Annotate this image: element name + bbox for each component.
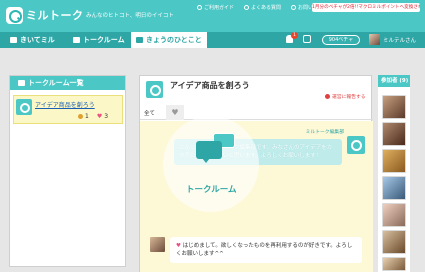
link-guide[interactable]: ご利用ガイド: [197, 4, 234, 11]
tab-todays-word[interactable]: きょうのひとこと: [131, 32, 207, 48]
filter-favorite-tab[interactable]: ♥: [166, 105, 184, 120]
participant-avatar[interactable]: [382, 230, 406, 254]
pencil-icon: [136, 37, 143, 43]
member-count: 1: [78, 113, 89, 120]
room-stats: 1 ♥ 3: [78, 113, 108, 120]
speech-icon: [10, 37, 17, 43]
room-icon: [146, 81, 163, 98]
filter-tabs: 全て ♥: [140, 105, 373, 120]
participant-avatar[interactable]: [382, 176, 406, 200]
participant-avatar[interactable]: [382, 122, 406, 146]
tab-kiitemiru[interactable]: きいてミル: [10, 32, 55, 48]
tab-talk-room[interactable]: トークルーム: [73, 32, 125, 48]
talk-room-list-panel: トークルーム一覧 アイデア商品を創ろう 1 ♥ 3: [9, 75, 126, 267]
search-magnifier-icon: [6, 6, 23, 24]
gift-icon[interactable]: [303, 35, 311, 43]
chat-bubble-icon: [196, 141, 222, 163]
faq-icon: [244, 5, 250, 10]
alert-icon: [325, 94, 330, 99]
heart-icon: ♥: [96, 113, 103, 120]
tagline: みんなのヒトコト、明日のイイコト: [86, 13, 174, 19]
bell-icon[interactable]: 1: [286, 32, 298, 43]
heart-icon[interactable]: ♥: [176, 243, 183, 249]
message-bubble: ♥ はじめまして。欲しくなったものを再利用するのが好きです。よろしくお願いします…: [170, 237, 362, 263]
message-sender: ミルトーク編集部: [305, 130, 344, 135]
room-list-item[interactable]: アイデア商品を創ろう 1 ♥ 3: [13, 95, 123, 124]
filter-all-tab[interactable]: 全て: [144, 109, 155, 117]
talk-room-overlay: [163, 116, 259, 212]
avatar: [369, 34, 380, 45]
participant-avatar[interactable]: [382, 95, 406, 119]
overlay-label: トークルーム: [186, 185, 237, 195]
promo-banner[interactable]: 1月分のベチャが2倍!!マクロミルポイントへ変換されます: [312, 3, 420, 12]
top-header: ミルトーク みんなのヒトコト、明日のイイコト ご利用ガイド よくある質問 お問い…: [0, 0, 425, 32]
like-count: ♥ 3: [96, 113, 109, 120]
notification-badge: 1: [291, 32, 298, 39]
heart-icon: ♥: [171, 108, 179, 117]
chat-icon: [18, 80, 25, 86]
participant-avatar[interactable]: [382, 203, 406, 227]
person-icon: [78, 114, 83, 119]
user-menu[interactable]: ミルテルさん: [369, 34, 416, 45]
chat-icon: [73, 37, 80, 43]
room-link[interactable]: アイデア商品を創ろう: [35, 100, 95, 109]
participant-avatar[interactable]: [382, 257, 406, 271]
room-title: アイデア商品を創ろう: [170, 81, 250, 90]
participant-avatar[interactable]: [382, 149, 406, 173]
site-logo[interactable]: ミルトーク: [6, 6, 84, 24]
nav-icons: 1: [286, 32, 311, 43]
room-icon: [16, 99, 32, 115]
main-nav: きいてミル トークルーム きょうのひとこと 1 904ベチャ ミルテルさん: [0, 32, 425, 48]
editorial-avatar: [347, 136, 365, 154]
participants-panel: 参加者 (9): [378, 75, 410, 272]
link-faq[interactable]: よくある質問: [244, 4, 281, 11]
panel-header: トークルーム一覧: [10, 76, 125, 90]
participants-title: 参加者 (9): [378, 75, 410, 87]
points-badge[interactable]: 904ベチャ: [322, 35, 360, 45]
message-editorial: ミルトーク編集部 こんにちは。ミルトーク編集部です。みなさんのアイデアをカタチに…: [174, 128, 368, 165]
mail-icon: [291, 5, 297, 10]
logo-text: ミルトーク: [26, 9, 84, 22]
guide-icon: [197, 5, 202, 10]
report-link[interactable]: 運営に報告する: [325, 93, 366, 100]
user-avatar[interactable]: [150, 237, 165, 252]
header-links: ご利用ガイド よくある質問 お問い合わせ: [197, 4, 328, 11]
